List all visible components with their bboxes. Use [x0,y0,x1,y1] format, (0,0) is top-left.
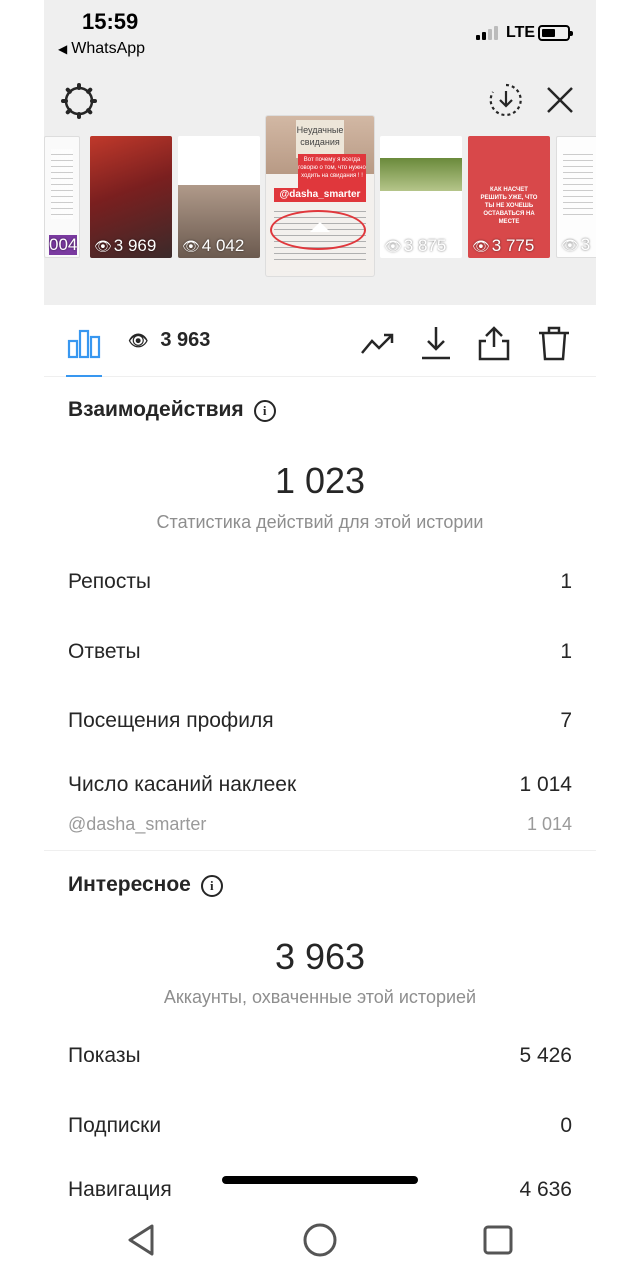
story-thumb[interactable]: 👁 4 042 [178,136,260,258]
info-icon[interactable]: i [200,875,223,897]
row-label-follows: Подписки [68,1114,162,1137]
status-bar: 15:59 ◀ WhatsApp LTE [44,0,596,70]
row-value-profile-visits: 7 [560,709,572,732]
row-label-navigation: Навигация [68,1178,172,1200]
eye-icon: 👁 [384,238,402,254]
row-value-sticker-mention: 1 014 [526,814,572,834]
row-value-sticker-taps: 1 014 [519,773,572,796]
interactions-title: Взаимодействия i [68,398,276,422]
story-thumb[interactable]: 👁 3 [556,136,596,258]
info-icon[interactable]: i [253,400,276,422]
network-type: LTE [506,24,536,41]
selected-pointer [310,222,330,232]
story-thumb[interactable]: КАК НАСЧЕТ РЕШИТЬ УЖЕ, ЧТО ТЫ НЕ ХОЧЕШЬ … [468,136,550,258]
back-to-app-link[interactable]: ◀ WhatsApp [58,40,145,58]
interactions-total: 1 023 [274,460,366,501]
phone-screen: 15:59 ◀ WhatsApp LTE 004 👁 3 969 👁 4 042… [44,0,596,1200]
section-divider [44,850,596,851]
row-label-reposts: Репосты [68,570,152,593]
story-thumb-selected[interactable]: Неудачные свидания Вот почему я всегда г… [266,116,374,276]
row-value-follows: 0 [560,1114,572,1137]
row-label-profile-visits: Посещения профиля [68,709,274,732]
thumb-views: 4 042 [201,236,245,255]
eye-icon: 👁 [94,238,112,254]
share-icon[interactable] [476,325,512,361]
story-carousel[interactable]: 004 👁 3 969 👁 4 042 Неудачные свидания Вот… [44,116,596,276]
story-banner-text: Вот почему я всегда говорю о том, что ну… [298,154,366,190]
story-mention-sticker: @dasha_smarter [274,188,366,202]
row-value-navigation: 4 636 [519,1178,572,1200]
download-icon[interactable] [418,325,454,361]
eye-icon: 👁 [561,237,579,253]
back-triangle-icon[interactable] [122,1220,162,1260]
trend-icon[interactable] [360,325,396,361]
row-label-sticker-mention: @dasha_smarter [68,814,207,834]
discovery-title-text: Интересное [68,873,191,896]
thumb-views: 3 969 [113,236,157,255]
bar-chart-icon[interactable] [66,325,102,361]
insights-toolbar: 👁 3 963 [44,305,596,377]
download-circle-icon[interactable] [488,82,524,118]
story-thumb[interactable]: 👁 3 969 [90,136,172,258]
row-value-impressions: 5 426 [519,1044,572,1067]
home-circle-icon[interactable] [300,1220,340,1260]
row-label-impressions: Показы [68,1044,141,1067]
android-nav-bar [0,1200,640,1280]
interactions-title-text: Взаимодействия [68,398,244,421]
row-label-sticker-taps: Число касаний наклеек [68,773,297,796]
row-value-replies: 1 [560,640,572,663]
back-arrow-icon: ◀ [58,42,68,56]
views-value: 3 963 [160,329,211,351]
close-icon[interactable] [542,82,578,118]
thumb-views: 3 875 [403,236,447,255]
interactions-subtitle: Статистика действий для этой истории [156,512,484,532]
story-thumb[interactable]: 👁 3 875 [380,136,462,258]
thumb-views: 3 [580,235,591,254]
eye-icon: 👁 [472,238,490,254]
eye-icon: 👁 [182,238,200,254]
recents-square-icon[interactable] [478,1220,518,1260]
eye-icon: 👁 [128,333,149,350]
status-time: 15:59 [82,9,139,34]
thumb-views: 004 [49,235,78,254]
signal-icon [476,26,502,40]
discovery-total: 3 963 [274,936,366,977]
story-headline: Неудачные свидания [296,120,344,158]
active-tab-indicator [66,375,102,377]
thumb-views: 3 775 [491,236,535,255]
row-label-replies: Ответы [68,640,141,663]
thumb-caption: КАК НАСЧЕТ РЕШИТЬ УЖЕ, ЧТО ТЫ НЕ ХОЧЕШЬ … [480,187,538,225]
discovery-subtitle: Аккаунты, охваченные этой историей [163,987,477,1007]
discovery-title: Интересное i [68,873,223,897]
home-indicator[interactable] [222,1176,418,1184]
row-value-reposts: 1 [560,570,572,593]
views-counter: 👁 3 963 [128,329,210,352]
gear-icon[interactable] [60,82,98,120]
trash-icon[interactable] [536,325,572,361]
story-thumb[interactable]: 004 [44,136,80,258]
battery-icon [538,25,573,41]
back-app-label: WhatsApp [71,40,146,57]
